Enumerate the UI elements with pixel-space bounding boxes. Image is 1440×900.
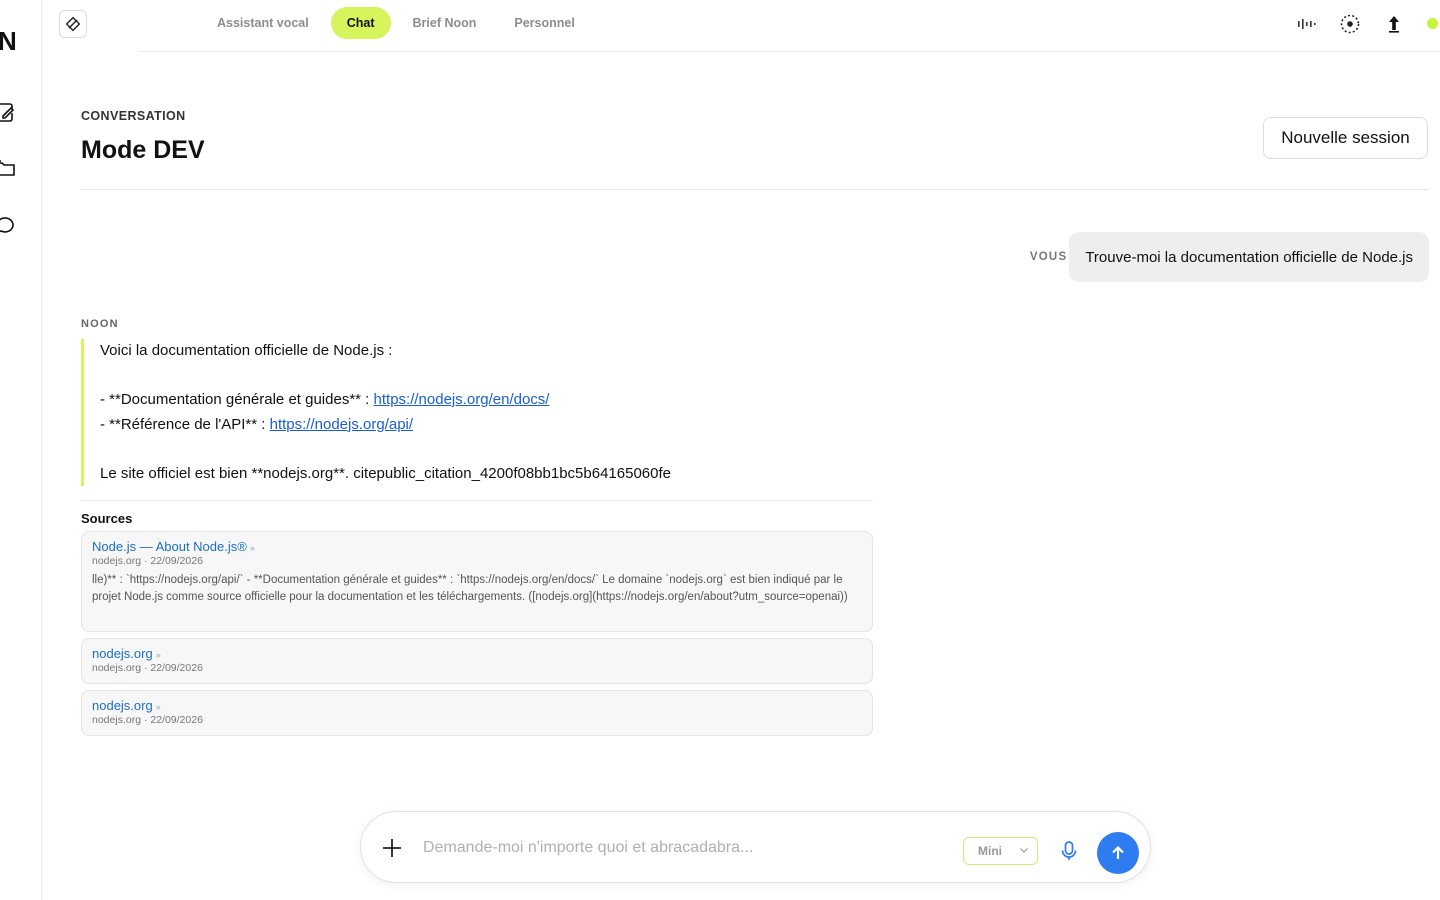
source-excerpt: lle)** : `https://nodejs.org/api/` - **D… [92, 574, 848, 603]
api-link[interactable]: https://nodejs.org/api/ [270, 416, 413, 433]
main-tabs: Assistant vocal Chat Brief Noon Personne… [201, 7, 591, 39]
assistant-intro: Voici la documentation officielle de Nod… [100, 342, 393, 359]
sources-title: Sources [81, 511, 133, 526]
top-bar: Assistant vocal Chat Brief Noon Personne… [42, 0, 1440, 52]
chevron-down-icon [1020, 848, 1028, 853]
composer: Mini [360, 811, 1151, 883]
toggle-sidebar-button[interactable] [59, 10, 87, 38]
message-divider [81, 500, 873, 501]
user-message: VOUS Trouve-moi la documentation officie… [1030, 232, 1429, 282]
user-bubble: Trouve-moi la documentation officielle d… [1069, 232, 1429, 282]
tab-assistant-vocal[interactable]: Assistant vocal [201, 7, 325, 39]
external-arrow-icon: » [249, 543, 255, 553]
source-meta: nodejs.org · 22/09/2026 [92, 555, 203, 567]
user-tag: VOUS [1029, 251, 1068, 263]
external-arrow-icon: » [155, 702, 161, 712]
arrow-up-icon [1112, 845, 1124, 859]
source-title[interactable]: nodejs.org [92, 698, 153, 713]
assistant-tag: NOON [81, 318, 119, 330]
status-indicator [1427, 18, 1438, 29]
section-label: CONVERSATION [81, 109, 186, 123]
header-divider [81, 189, 1429, 190]
chat-bubble-icon[interactable] [0, 214, 16, 236]
model-select[interactable]: Mini [963, 837, 1038, 865]
message-input[interactable] [423, 834, 943, 862]
source-card[interactable]: Node.js — About Node.js®» nodejs.org · 2… [81, 531, 873, 632]
app-logo: N [0, 26, 17, 56]
send-button[interactable] [1097, 832, 1139, 874]
assistant-line-api: - **Référence de l'API** : https://nodej… [100, 415, 414, 433]
source-title[interactable]: Node.js — About Node.js® [92, 539, 247, 554]
left-rail: N [0, 0, 42, 900]
new-session-button[interactable]: Nouvelle session [1263, 117, 1428, 159]
tab-personnel[interactable]: Personnel [498, 7, 590, 39]
upload-icon[interactable] [1383, 13, 1405, 35]
settings-dotted-icon[interactable] [1339, 13, 1361, 35]
plus-icon[interactable] [381, 837, 403, 859]
external-arrow-icon: » [155, 650, 161, 660]
source-card[interactable]: nodejs.org» nodejs.org · 22/09/2026 [81, 638, 873, 684]
new-chat-icon[interactable] [0, 101, 16, 123]
folder-icon[interactable] [0, 157, 16, 179]
tab-chat[interactable]: Chat [330, 7, 391, 39]
assistant-message: Voici la documentation officielle de Nod… [81, 339, 873, 486]
assistant-line-docs: - **Documentation générale et guides** :… [100, 391, 550, 408]
waveform-icon[interactable] [1295, 13, 1317, 35]
top-divider [138, 51, 1440, 52]
page-title: Mode DEV [81, 136, 205, 164]
source-meta: nodejs.org · 22/09/2026 [92, 662, 203, 674]
docs-link[interactable]: https://nodejs.org/en/docs/ [374, 391, 550, 408]
microphone-icon[interactable] [1058, 840, 1080, 862]
assistant-closing: Le site officiel est bien **nodejs.org**… [100, 464, 671, 482]
source-title[interactable]: nodejs.org [92, 646, 153, 661]
tab-brief-noon[interactable]: Brief Noon [397, 7, 493, 39]
diamond-icon [65, 16, 81, 32]
source-card[interactable]: nodejs.org» nodejs.org · 22/09/2026 [81, 690, 873, 736]
source-meta: nodejs.org · 22/09/2026 [92, 714, 203, 726]
model-select-value: Mini [978, 844, 1002, 858]
